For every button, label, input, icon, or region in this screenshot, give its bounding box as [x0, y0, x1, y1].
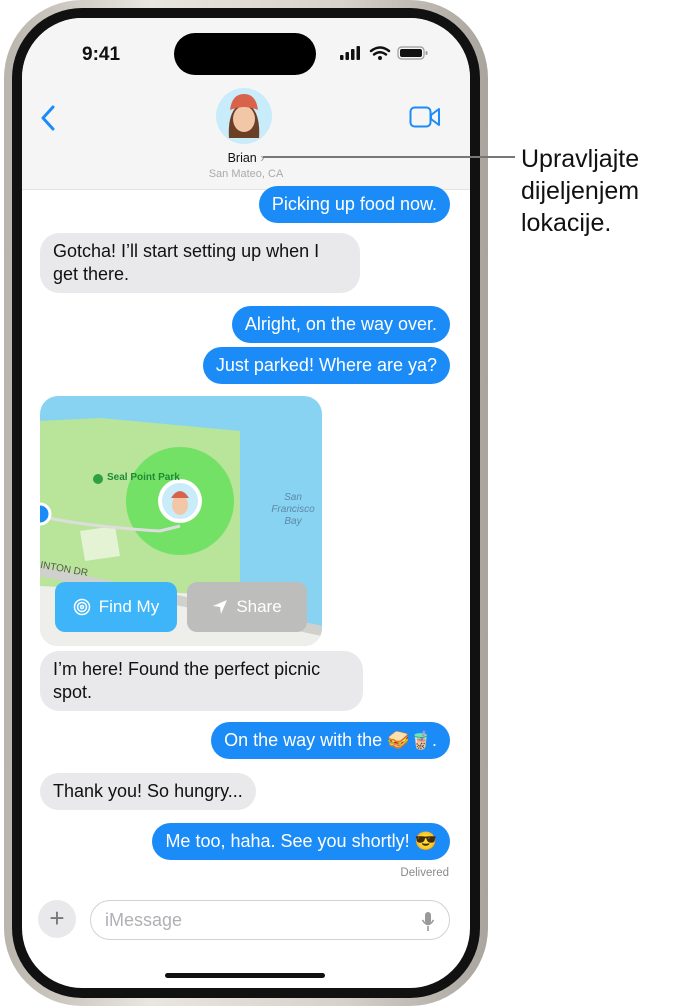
microphone-icon[interactable]	[421, 911, 435, 932]
contact-name-button[interactable]: Brian ›	[22, 151, 470, 165]
find-my-button[interactable]: Find My	[55, 582, 177, 632]
video-call-icon[interactable]	[409, 106, 441, 128]
message-bubble-outgoing[interactable]: Alright, on the way over.	[231, 306, 450, 343]
location-arrow-icon	[213, 600, 228, 614]
wifi-icon	[369, 46, 391, 56]
dynamic-island	[174, 33, 316, 75]
share-label: Share	[236, 597, 282, 616]
plus-icon[interactable]: +	[38, 900, 76, 938]
message-bubble-outgoing[interactable]: On the way with the 🥪🧋.	[211, 722, 450, 759]
callout-line	[263, 156, 515, 158]
contact-name: Brian	[227, 151, 257, 165]
message-input[interactable]: iMessage	[90, 900, 450, 940]
message-bubble-incoming[interactable]: I’m here! Found the perfect picnic spot.	[40, 651, 363, 711]
battery-icon	[397, 46, 428, 60]
home-indicator	[165, 973, 325, 978]
park-label: Seal Point Park	[107, 472, 180, 483]
signal-icon	[340, 46, 360, 60]
status-time: 9:41	[82, 44, 121, 65]
back-chevron-icon[interactable]	[38, 104, 58, 132]
contact-avatar[interactable]	[216, 88, 272, 144]
message-bubble-outgoing[interactable]: Just parked! Where are ya?	[202, 347, 450, 384]
chevron-right-icon: ›	[260, 151, 265, 165]
contact-location: San Mateo, CA	[208, 168, 284, 180]
find-my-label: Find My	[98, 597, 160, 616]
find-my-icon	[73, 598, 91, 616]
message-bubble-outgoing[interactable]: Picking up food now.	[258, 186, 450, 223]
location-map[interactable]: Seal Point Park San Francisco Bay INTON …	[40, 396, 322, 646]
screen: 9:41 Brian › San Mateo, CA Picking up fo…	[22, 18, 470, 988]
callout-annotation: Upravljajte dijeljenjem lokacije.	[521, 145, 640, 237]
bay-label: San Francisco Bay	[271, 492, 315, 527]
message-bubble-incoming[interactable]: Gotcha! I’ll start setting up when I get…	[40, 233, 360, 293]
message-input-placeholder: iMessage	[105, 910, 183, 930]
message-bubble-outgoing[interactable]: Me too, haha. See you shortly! 😎	[152, 823, 450, 860]
delivered-status: Delivered	[400, 867, 449, 879]
share-button[interactable]: Share	[187, 582, 307, 632]
message-bubble-incoming[interactable]: Thank you! So hungry...	[40, 773, 256, 810]
status-icons	[340, 46, 428, 60]
